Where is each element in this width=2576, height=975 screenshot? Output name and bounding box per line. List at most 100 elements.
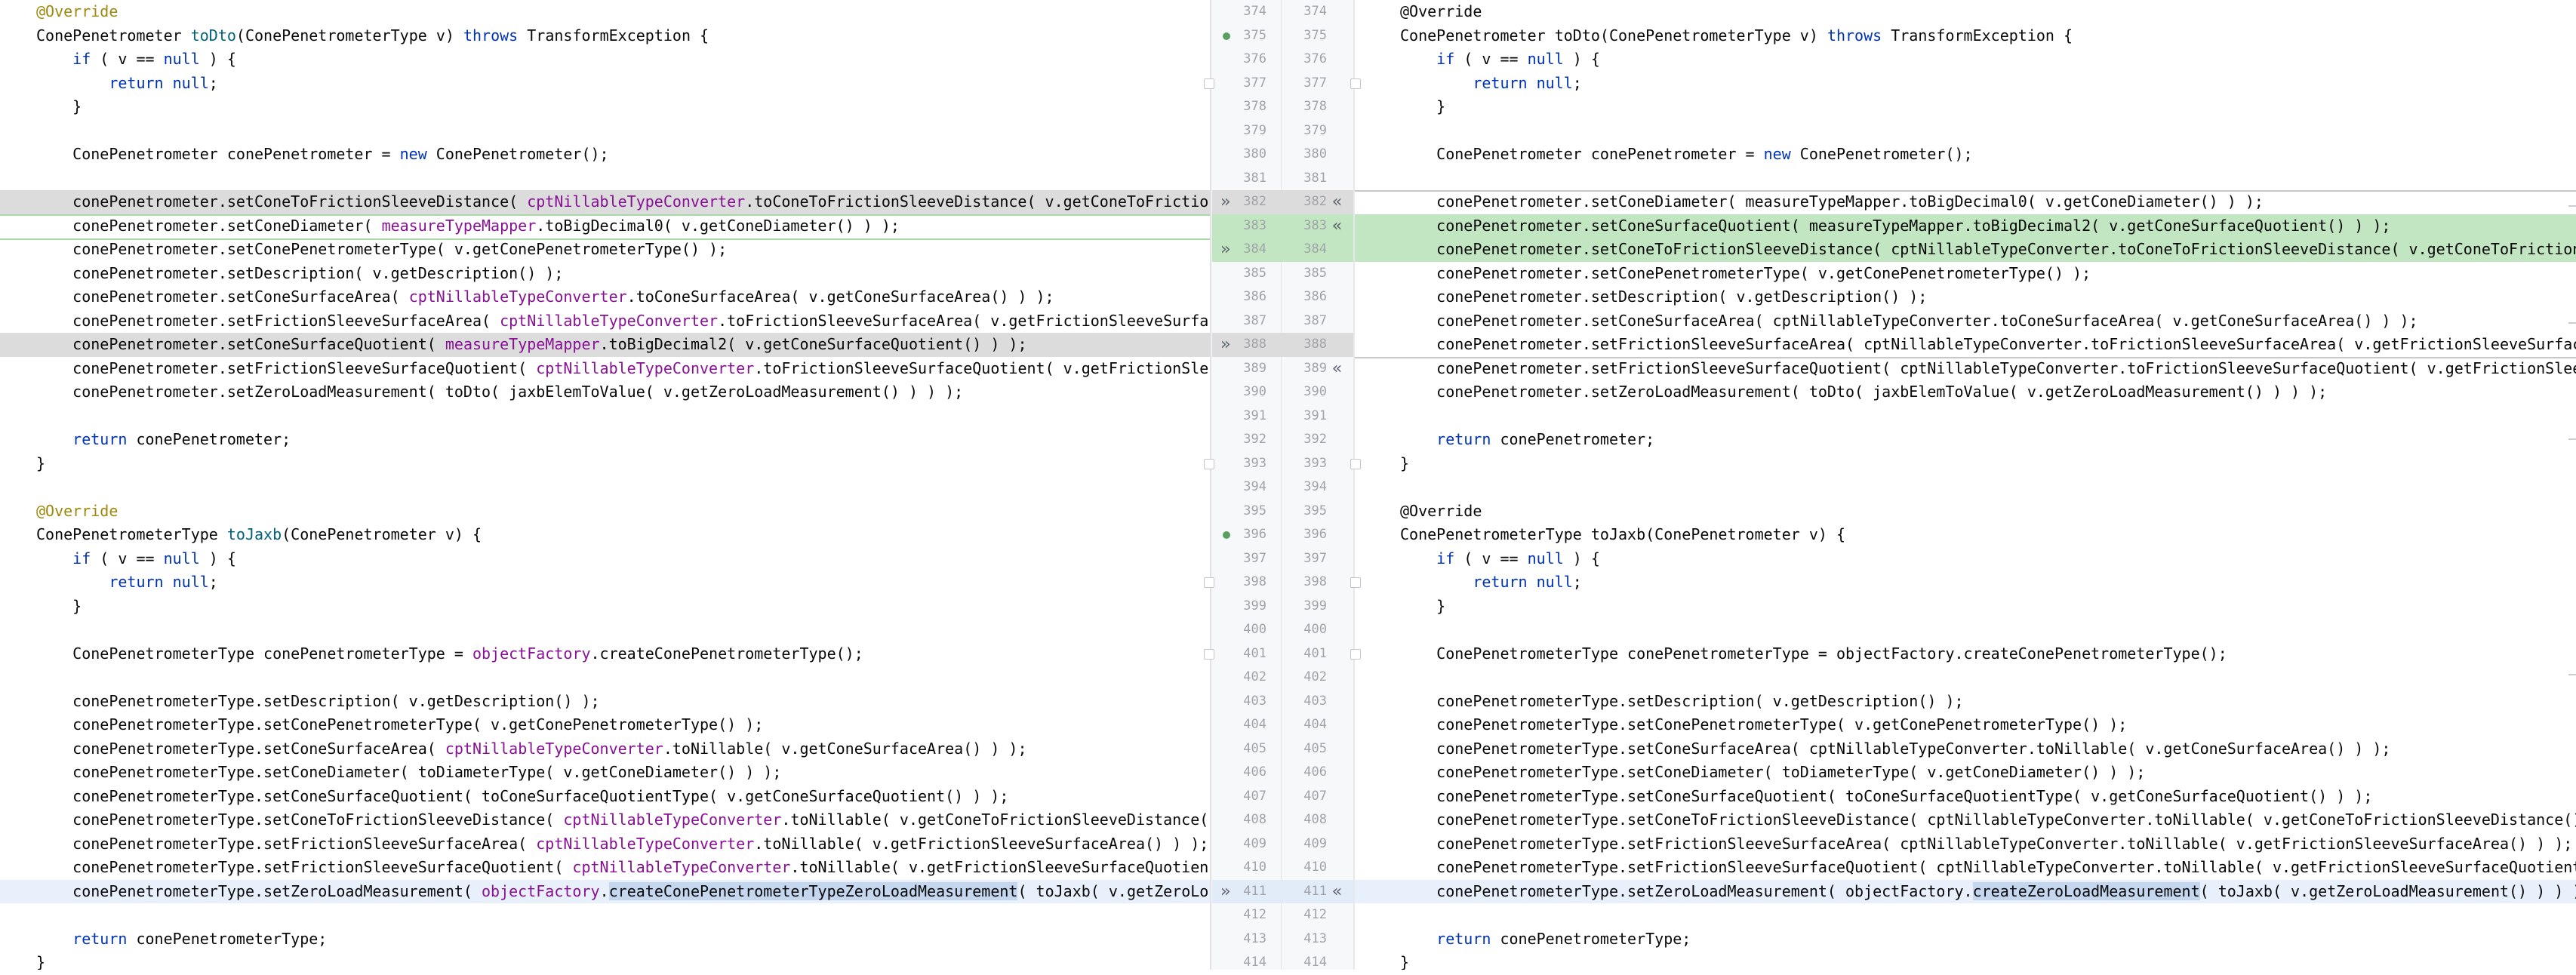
left-code-line[interactable]: conePenetrometer.setConeToFrictionSleeve… <box>0 190 1210 214</box>
left-code-line[interactable]: conePenetrometer.setDescription( v.getDe… <box>0 262 1210 286</box>
left-code-line[interactable]: conePenetrometerType.setConeSurfaceArea(… <box>0 737 1210 761</box>
left-code-line[interactable]: return null; <box>0 571 1210 595</box>
fold-icon[interactable] <box>1350 577 1361 588</box>
left-code-line[interactable] <box>0 119 1210 143</box>
left-code-line[interactable]: conePenetrometer.setFrictionSleeveSurfac… <box>0 357 1210 381</box>
left-code-line[interactable]: conePenetrometerType.setConeDiameter( to… <box>0 761 1210 785</box>
left-code-line[interactable]: conePenetrometerType.setFrictionSleeveSu… <box>0 832 1210 857</box>
left-editor-pane[interactable]: @Override ConePenetrometer toDto(ConePene… <box>0 0 1210 970</box>
fold-icon[interactable] <box>1204 648 1214 660</box>
right-editor-pane[interactable]: @Override ConePenetrometer toDto(ConePene… <box>1355 0 2576 970</box>
left-code-line[interactable]: ConePenetrometer toDto(ConePenetrometerT… <box>0 24 1210 48</box>
scrollbar-change-mark[interactable] <box>2568 321 2576 324</box>
right-code-line[interactable]: if ( v == null ) { <box>1355 547 2576 571</box>
left-code-line[interactable]: } <box>0 951 1210 970</box>
apply-right-icon[interactable]: » <box>1220 238 1230 262</box>
left-code-line[interactable]: } <box>0 595 1210 619</box>
left-code-line[interactable]: conePenetrometerType.setZeroLoadMeasurem… <box>0 879 1210 903</box>
apply-left-icon[interactable]: « <box>1332 214 1342 238</box>
apply-left-icon[interactable]: « <box>1332 880 1342 904</box>
left-code-line[interactable]: ConePenetrometer conePenetrometer = new … <box>0 143 1210 167</box>
right-code-line[interactable]: @Override <box>1355 0 2576 24</box>
right-code-line[interactable] <box>1355 666 2576 690</box>
left-code-line[interactable]: return conePenetrometerType; <box>0 927 1210 952</box>
apply-right-icon[interactable]: » <box>1220 190 1230 214</box>
left-code-line[interactable]: return null; <box>0 72 1210 96</box>
right-code-line[interactable]: } <box>1355 452 2576 476</box>
right-code-line[interactable]: conePenetrometer.setConeSurfaceArea( cpt… <box>1355 309 2576 334</box>
scrollbar-change-mark[interactable] <box>2568 674 2576 675</box>
left-code-line[interactable]: conePenetrometer.setConeSurfaceQuotient(… <box>0 333 1210 357</box>
right-code-line[interactable]: ConePenetrometerType conePenetrometerTyp… <box>1355 642 2576 666</box>
left-code-line[interactable] <box>0 475 1210 500</box>
right-code-line[interactable]: ConePenetrometerType toJaxb(ConePenetrom… <box>1355 523 2576 547</box>
apply-right-icon[interactable]: » <box>1220 880 1230 904</box>
right-code-line[interactable]: conePenetrometer.setConeToFrictionSleeve… <box>1355 238 2576 262</box>
left-code-line[interactable]: conePenetrometer.setConeSurfaceArea( cpt… <box>0 285 1210 309</box>
right-code-line[interactable] <box>1355 475 2576 500</box>
right-code-line[interactable]: conePenetrometerType.setFrictionSleeveSu… <box>1355 856 2576 880</box>
left-code-line[interactable]: conePenetrometer.setConeDiameter( measur… <box>0 214 1210 238</box>
right-code-line[interactable]: conePenetrometerType.setConePenetrometer… <box>1355 713 2576 737</box>
left-code-line[interactable] <box>0 618 1210 642</box>
fold-icon[interactable] <box>1350 648 1361 660</box>
fold-icon[interactable] <box>1350 458 1361 469</box>
right-code-line[interactable]: return conePenetrometer; <box>1355 428 2576 452</box>
right-code-line[interactable]: conePenetrometerType.setConeSurfaceArea(… <box>1355 737 2576 761</box>
fold-icon[interactable] <box>1204 458 1214 469</box>
right-code-line[interactable]: return null; <box>1355 571 2576 595</box>
left-code-line[interactable]: if ( v == null ) { <box>0 48 1210 72</box>
right-code-line[interactable] <box>1355 167 2576 191</box>
left-code-line[interactable]: conePenetrometerType.setConePenetrometer… <box>0 713 1210 737</box>
right-code-line[interactable] <box>1355 618 2576 642</box>
apply-left-icon[interactable]: « <box>1332 190 1342 214</box>
override-method-icon[interactable] <box>1223 32 1230 40</box>
left-code-line[interactable]: conePenetrometer.setZeroLoadMeasurement(… <box>0 380 1210 404</box>
scrollbar-change-mark[interactable] <box>2568 438 2576 440</box>
left-code-line[interactable]: @Override <box>0 500 1210 524</box>
left-code-line[interactable]: conePenetrometerType.setConeSurfaceQuoti… <box>0 785 1210 809</box>
left-code-line[interactable]: return conePenetrometer; <box>0 428 1210 452</box>
right-code-line[interactable] <box>1355 404 2576 429</box>
left-code-line[interactable]: conePenetrometer.setFrictionSleeveSurfac… <box>0 309 1210 334</box>
left-code-line[interactable] <box>0 666 1210 690</box>
right-code-line[interactable]: conePenetrometer.setConeDiameter( measur… <box>1355 190 2576 214</box>
fold-icon[interactable] <box>1350 78 1361 89</box>
left-code-line[interactable]: conePenetrometerType.setConeToFrictionSl… <box>0 808 1210 832</box>
right-code-line[interactable]: conePenetrometer.setDescription( v.getDe… <box>1355 285 2576 309</box>
right-code-line[interactable]: conePenetrometerType.setConeDiameter( to… <box>1355 761 2576 785</box>
right-code-line[interactable]: conePenetrometer.setConePenetrometerType… <box>1355 262 2576 286</box>
left-code-line[interactable]: conePenetrometerType.setFrictionSleeveSu… <box>0 856 1210 880</box>
left-code-line[interactable]: conePenetrometerType.setDescription( v.g… <box>0 690 1210 714</box>
left-code-line[interactable] <box>0 903 1210 927</box>
right-code-line[interactable]: if ( v == null ) { <box>1355 48 2576 72</box>
left-code-line[interactable]: if ( v == null ) { <box>0 547 1210 571</box>
right-code-line[interactable] <box>1355 903 2576 927</box>
fold-icon[interactable] <box>1204 78 1214 89</box>
right-code-line[interactable]: conePenetrometer.setConeSurfaceQuotient(… <box>1355 214 2576 238</box>
right-code-line[interactable]: return conePenetrometerType; <box>1355 927 2576 952</box>
left-code-line[interactable] <box>0 167 1210 191</box>
right-code-line[interactable]: ConePenetrometer conePenetrometer = new … <box>1355 143 2576 167</box>
right-code-line[interactable]: conePenetrometer.setFrictionSleeveSurfac… <box>1355 357 2576 381</box>
right-code-line[interactable]: conePenetrometerType.setZeroLoadMeasurem… <box>1355 879 2576 903</box>
right-code-line[interactable]: return null; <box>1355 72 2576 96</box>
apply-left-icon[interactable]: « <box>1332 357 1342 381</box>
right-code-line[interactable]: conePenetrometerType.setFrictionSleeveSu… <box>1355 832 2576 857</box>
left-code-line[interactable]: } <box>0 95 1210 119</box>
apply-right-icon[interactable]: » <box>1220 333 1230 357</box>
right-code-line[interactable]: conePenetrometer.setZeroLoadMeasurement(… <box>1355 380 2576 404</box>
right-code-line[interactable]: } <box>1355 595 2576 619</box>
right-code-line[interactable] <box>1355 119 2576 143</box>
right-code-line[interactable]: ConePenetrometer toDto(ConePenetrometerT… <box>1355 24 2576 48</box>
left-code-line[interactable]: ConePenetrometerType toJaxb(ConePenetrom… <box>0 523 1210 547</box>
right-code-line[interactable]: } <box>1355 95 2576 119</box>
override-method-icon[interactable] <box>1223 531 1230 539</box>
fold-icon[interactable] <box>1204 577 1214 588</box>
left-code-line[interactable]: @Override <box>0 0 1210 24</box>
left-code-line[interactable]: conePenetrometer.setConePenetrometerType… <box>0 238 1210 262</box>
right-code-line[interactable]: conePenetrometerType.setConeSurfaceQuoti… <box>1355 785 2576 809</box>
gutter-divider-left[interactable] <box>1210 0 1211 970</box>
right-code-line[interactable]: conePenetrometer.setFrictionSleeveSurfac… <box>1355 333 2576 357</box>
right-code-line[interactable]: @Override <box>1355 500 2576 524</box>
